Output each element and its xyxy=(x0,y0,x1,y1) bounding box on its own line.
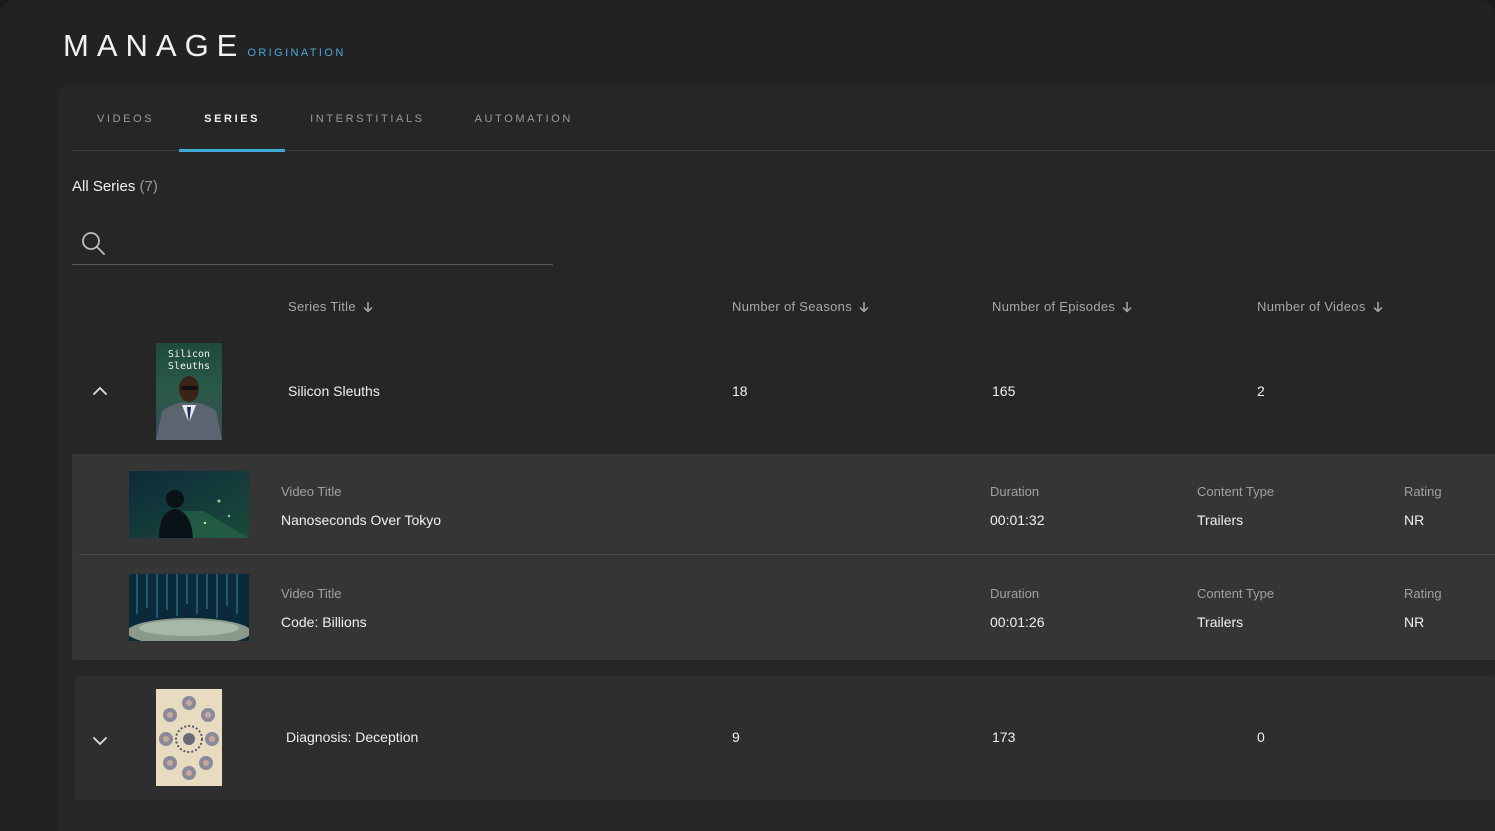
tab-bar: VIDEOS SERIES INTERSTITIALS AUTOMATION xyxy=(72,86,1495,152)
column-label: Number of Seasons xyxy=(732,299,852,314)
arrow-down-icon xyxy=(1122,301,1132,313)
app-window: MANAGE ORIGINATION VIDEOS SERIES INTERST… xyxy=(0,0,1495,831)
list-title-text: All Series xyxy=(72,178,136,195)
list-count: (7) xyxy=(139,178,158,195)
series-episodes: 165 xyxy=(992,383,1016,399)
search-box xyxy=(72,226,553,265)
series-seasons: 18 xyxy=(732,383,748,399)
arrow-down-icon xyxy=(363,301,373,313)
duration-value: 00:01:26 xyxy=(990,614,1045,630)
content-type-label: Content Type xyxy=(1197,484,1275,499)
tab-videos[interactable]: VIDEOS xyxy=(72,86,179,151)
content-type-label: Content Type xyxy=(1197,586,1275,601)
rating-value: NR xyxy=(1404,614,1425,630)
series-title[interactable]: Diagnosis: Deception xyxy=(286,729,418,745)
rating-value: NR xyxy=(1404,512,1425,528)
video-row[interactable]: Video Title Nanoseconds Over Tokyo Durat… xyxy=(79,454,1495,555)
series-episodes: 173 xyxy=(992,729,1016,745)
column-header-seasons[interactable]: Number of Seasons xyxy=(732,299,870,314)
series-poster: Silicon Sleuths xyxy=(156,343,222,440)
table-row[interactable]: Diagnosis: Deception 9 173 0 xyxy=(75,676,1495,800)
column-header-episodes[interactable]: Number of Episodes xyxy=(992,299,1133,314)
tab-automation[interactable]: AUTOMATION xyxy=(450,86,598,151)
column-label: Number of Videos xyxy=(1257,299,1366,314)
duration-value: 00:01:32 xyxy=(990,512,1045,528)
content-panel: VIDEOS SERIES INTERSTITIALS AUTOMATION A… xyxy=(58,86,1495,831)
series-videos: 0 xyxy=(1257,729,1265,745)
list-title: All Series (7) xyxy=(72,178,158,195)
tab-series[interactable]: SERIES xyxy=(179,86,286,152)
rating-label: Rating xyxy=(1404,484,1442,499)
content-type-value: Trailers xyxy=(1197,614,1244,630)
column-label: Number of Episodes xyxy=(992,299,1116,314)
poster-title: Silicon Sleuths xyxy=(167,349,211,372)
column-header-videos[interactable]: Number of Videos xyxy=(1257,299,1384,314)
duration-label: Duration xyxy=(990,484,1040,499)
rating-label: Rating xyxy=(1404,586,1442,601)
series-videos: 2 xyxy=(1257,383,1265,399)
chevron-down-icon[interactable] xyxy=(88,729,112,753)
column-header-series-title[interactable]: Series Title xyxy=(288,299,374,314)
video-title[interactable]: Nanoseconds Over Tokyo xyxy=(281,512,441,528)
video-title-label: Video Title xyxy=(281,484,342,499)
video-thumbnail xyxy=(129,471,249,538)
content-type-value: Trailers xyxy=(1197,512,1244,528)
duration-label: Duration xyxy=(990,586,1040,601)
poster-image xyxy=(156,689,222,786)
video-title[interactable]: Code: Billions xyxy=(281,614,367,630)
arrow-down-icon xyxy=(859,301,869,313)
video-title-label: Video Title xyxy=(281,586,342,601)
video-thumbnail xyxy=(129,574,249,641)
chevron-up-icon[interactable] xyxy=(88,379,112,403)
video-row[interactable]: Video Title Code: Billions Duration 00:0… xyxy=(79,556,1495,657)
tab-interstitials[interactable]: INTERSTITIALS xyxy=(285,86,449,151)
column-label: Series Title xyxy=(288,299,356,314)
page-subtitle: ORIGINATION xyxy=(247,47,346,59)
page-title: MANAGE xyxy=(63,28,246,63)
search-input[interactable] xyxy=(116,226,546,264)
table-row[interactable]: Silicon Sleuths Silicon Sleuths 18 165 2 xyxy=(72,338,1495,448)
series-seasons: 9 xyxy=(732,729,740,745)
arrow-down-icon xyxy=(1373,301,1383,313)
series-title[interactable]: Silicon Sleuths xyxy=(288,383,380,399)
series-videos-panel: Video Title Nanoseconds Over Tokyo Durat… xyxy=(72,454,1495,660)
page-header: MANAGE ORIGINATION xyxy=(63,28,346,64)
search-icon xyxy=(82,232,105,255)
series-poster xyxy=(156,689,222,786)
